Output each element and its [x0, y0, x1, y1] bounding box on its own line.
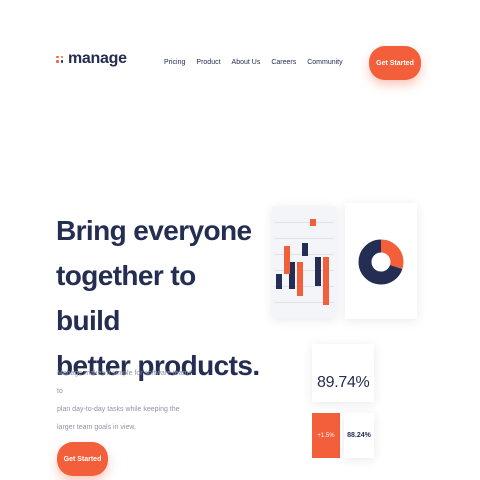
bar-chart-bar: [284, 245, 290, 274]
bar-chart-bar: [315, 257, 321, 286]
donut-chart: [358, 239, 404, 285]
main-nav: Pricing Product About Us Careers Communi…: [164, 59, 343, 66]
bar-chart-bar: [310, 218, 316, 227]
nav-item-community[interactable]: Community: [307, 59, 342, 66]
change-badge: +1.5%: [312, 413, 340, 458]
nav-item-about-us[interactable]: About Us: [232, 59, 261, 66]
secondary-value: 88.24%: [347, 432, 371, 439]
hero-headline: Bring everyone together to build better …: [56, 208, 266, 388]
hero-get-started-button[interactable]: Get Started: [57, 442, 108, 476]
bar-chart-bar: [297, 262, 303, 296]
header-get-started-button[interactable]: Get Started: [369, 46, 421, 80]
logo[interactable]: manage: [56, 50, 127, 68]
hero-description-line: larger team goals in view.: [57, 424, 136, 431]
hero-headline-line: together to build: [56, 260, 196, 336]
hero-description-line: plan day-to-day tasks while keeping the: [57, 406, 180, 413]
bar-chart-bar: [302, 242, 308, 257]
hero-description-line: Manage makes it simple for software team…: [57, 370, 192, 395]
logo-mark-icon: [56, 55, 63, 63]
nav-item-product[interactable]: Product: [196, 59, 220, 66]
nav-item-careers[interactable]: Careers: [271, 59, 296, 66]
percent-card: 89.74%: [312, 344, 374, 402]
percent-value: 89.74%: [317, 374, 370, 391]
donut-chart-card: [345, 203, 417, 319]
bar-chart-card: [272, 206, 336, 318]
hero-description: Manage makes it simple for software team…: [57, 365, 197, 437]
change-value: +1.5%: [317, 432, 335, 439]
logo-text: manage: [68, 50, 127, 67]
nav-item-pricing[interactable]: Pricing: [164, 59, 185, 66]
hero-headline-line: Bring everyone: [56, 215, 252, 246]
bar-chart-bar: [323, 257, 329, 306]
secondary-stat-card: 88.24%: [344, 413, 374, 458]
bar-chart-bar: [276, 273, 282, 289]
